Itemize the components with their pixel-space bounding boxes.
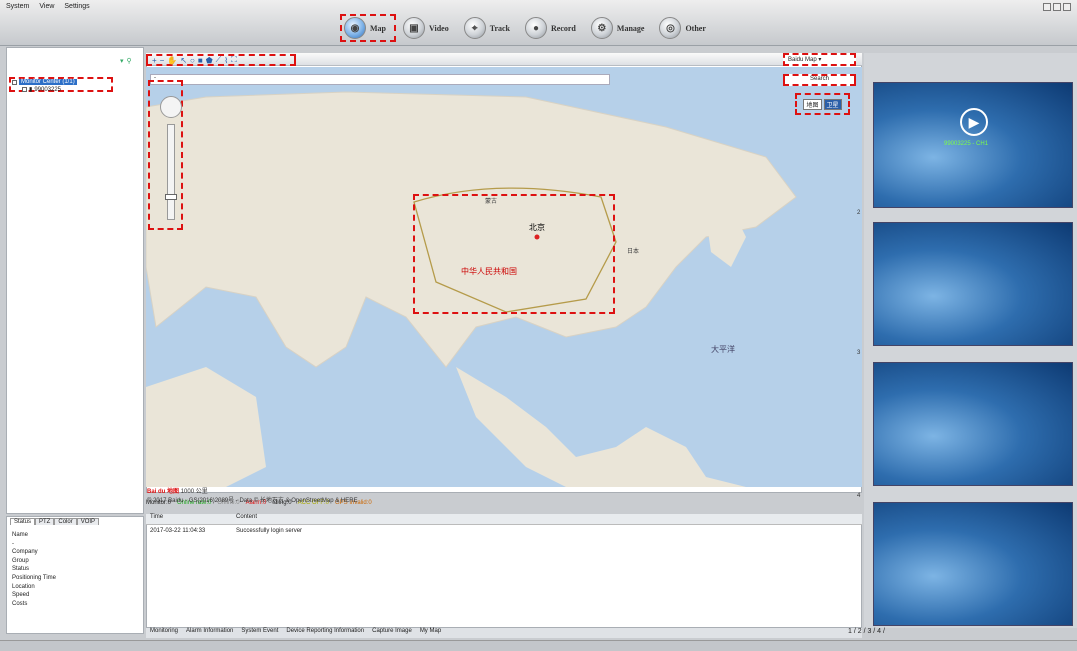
manage-icon: ⚙ — [590, 17, 613, 39]
china-highlight — [413, 194, 615, 314]
circle-icon[interactable]: ○ — [190, 56, 195, 65]
info-row: Costs — [12, 600, 28, 607]
other-icon: ◎ — [659, 17, 682, 39]
track-icon: ⌖ — [463, 17, 486, 39]
video-pager[interactable]: 1 / 2 / 3 / 4 / — [848, 628, 885, 635]
info-row: Status — [12, 566, 30, 573]
tree-device[interactable]: ▮ 99003225 — [22, 86, 61, 93]
zoom-slider[interactable] — [167, 124, 175, 220]
vehicle-icon: ▮ — [29, 87, 33, 93]
menu-settings[interactable]: Settings — [64, 3, 89, 10]
record-icon: ● — [525, 17, 547, 39]
table-row[interactable]: 2017-03-22 11:04:33 Successfully login se… — [150, 528, 302, 534]
tree-toolbar: ▾ ⚲ — [120, 57, 132, 65]
nav-track-button[interactable]: ⌖ Track — [462, 14, 518, 42]
address-field[interactable]: - — [150, 74, 610, 85]
info-rows: Name - Company Group Status Positioning … — [12, 531, 56, 608]
video-window-3[interactable] — [873, 362, 1073, 486]
tab-alarm-information[interactable]: Alarm Information — [186, 628, 233, 638]
map-label-ocean: 大平洋 — [711, 345, 735, 354]
info-row: Company — [12, 549, 38, 556]
nav-map-button[interactable]: ◉ Map — [340, 14, 396, 42]
video-slot-number: 4 — [857, 493, 861, 499]
info-row: Name — [12, 532, 29, 538]
polygon-icon[interactable]: ⬟ — [206, 56, 213, 65]
tree-root[interactable]: Monitor Center (1/1) — [12, 79, 77, 85]
tab-status[interactable]: Status — [10, 518, 36, 525]
zoom-in-icon[interactable]: + — [152, 56, 157, 65]
info-row: Speed — [12, 592, 30, 599]
rect-icon[interactable]: ■ — [198, 56, 203, 65]
minimize-icon[interactable] — [1043, 3, 1051, 11]
video-window-4[interactable] — [873, 502, 1073, 626]
tab-color[interactable]: Color — [54, 518, 77, 525]
tab-capture-image[interactable]: Capture Image — [372, 628, 412, 638]
globe-icon: ◉ — [344, 17, 366, 39]
video-slot-number: 2 — [857, 210, 861, 216]
draw-toolbar: + − ✋ ↖ ○ ■ ⬟ ⟋ ⌇ ⛶ — [146, 54, 296, 66]
nav-video-button[interactable]: ▣ Video — [401, 14, 457, 42]
close-icon[interactable] — [1063, 3, 1071, 11]
map-label-japan: 日本 — [627, 249, 640, 255]
zoom-control — [148, 80, 183, 230]
tab-system-event[interactable]: System Event — [241, 628, 278, 638]
search-icon[interactable]: ⚲ — [127, 57, 132, 65]
menu-system[interactable]: System — [6, 3, 29, 10]
video-slot-number: 3 — [857, 350, 861, 356]
maximize-icon[interactable] — [1053, 3, 1061, 11]
map-type-toggle: 地图 卫星 — [795, 93, 850, 115]
camera-icon: ▣ — [403, 17, 425, 39]
info-tabs: Status PTZ Color VOIP — [10, 518, 100, 525]
nav-record-button[interactable]: ● Record — [523, 14, 584, 42]
tree-root-label[interactable]: Monitor Center (1/1) — [19, 79, 77, 85]
pan-icon[interactable]: ✋ — [167, 56, 177, 65]
info-row: - — [12, 540, 14, 547]
measure-icon[interactable]: ⌇ — [224, 56, 228, 65]
tab-my-map[interactable]: My Map — [420, 628, 441, 638]
header-bar: System View Settings ◉ Map ▣ Video ⌖ Track … — [0, 0, 1077, 46]
tab-monitoring[interactable]: Monitoring — [150, 628, 178, 638]
info-row: Positioning Time — [12, 574, 57, 581]
log-header: Time Content — [146, 514, 862, 525]
info-row: Group — [12, 557, 29, 564]
nav-manage-button[interactable]: ⚙ Manage — [589, 14, 653, 42]
play-icon[interactable]: ▶ — [960, 108, 988, 136]
nav-other-button[interactable]: ◎ Other — [657, 14, 713, 42]
window-controls — [1043, 3, 1071, 11]
map-copyright: Bai du 地图 1000 公里 © 2017 Baidu - GS(2016)… — [147, 489, 358, 504]
video-window-1[interactable]: ▶ 99003225 - CH1 — [873, 82, 1073, 208]
base-map-select[interactable]: Baidu Map ▾ — [783, 53, 856, 66]
fullscreen-icon[interactable]: ⛶ — [231, 55, 237, 65]
status-bar — [0, 640, 1077, 651]
satellite-type-button[interactable]: 卫星 — [823, 98, 842, 110]
tree-device-label[interactable]: 99003225 — [34, 87, 61, 93]
video-window-2[interactable] — [873, 222, 1073, 346]
tab-voip[interactable]: VOIP — [76, 518, 100, 525]
tab-ptz[interactable]: PTZ — [35, 518, 55, 525]
search-button[interactable]: Search — [783, 74, 856, 86]
tab-device-reporting[interactable]: Device Reporting Information — [286, 628, 364, 638]
menu-bar: System View Settings — [6, 3, 90, 10]
device-tree-panel — [6, 47, 144, 514]
zoom-out-icon[interactable]: − — [160, 56, 165, 65]
line-icon[interactable]: ⟋ — [216, 55, 222, 65]
checkbox-icon[interactable] — [12, 79, 17, 85]
bottom-tabs: Monitoring Alarm Information System Even… — [146, 628, 862, 638]
zoom-knob[interactable] — [165, 194, 177, 200]
dropdown-icon[interactable]: ▾ — [120, 57, 124, 65]
main-nav: ◉ Map ▣ Video ⌖ Track ● Record ⚙ Manage ◎ Othe… — [340, 14, 714, 42]
video-overlay-text: 99003225 - CH1 — [944, 141, 989, 147]
select-icon[interactable]: ↖ — [180, 56, 187, 65]
checkbox-icon[interactable] — [22, 87, 27, 92]
info-row: Location — [12, 583, 35, 590]
menu-view[interactable]: View — [39, 3, 54, 10]
map-type-button[interactable]: 地图 — [803, 98, 822, 110]
pan-control[interactable] — [160, 96, 182, 118]
